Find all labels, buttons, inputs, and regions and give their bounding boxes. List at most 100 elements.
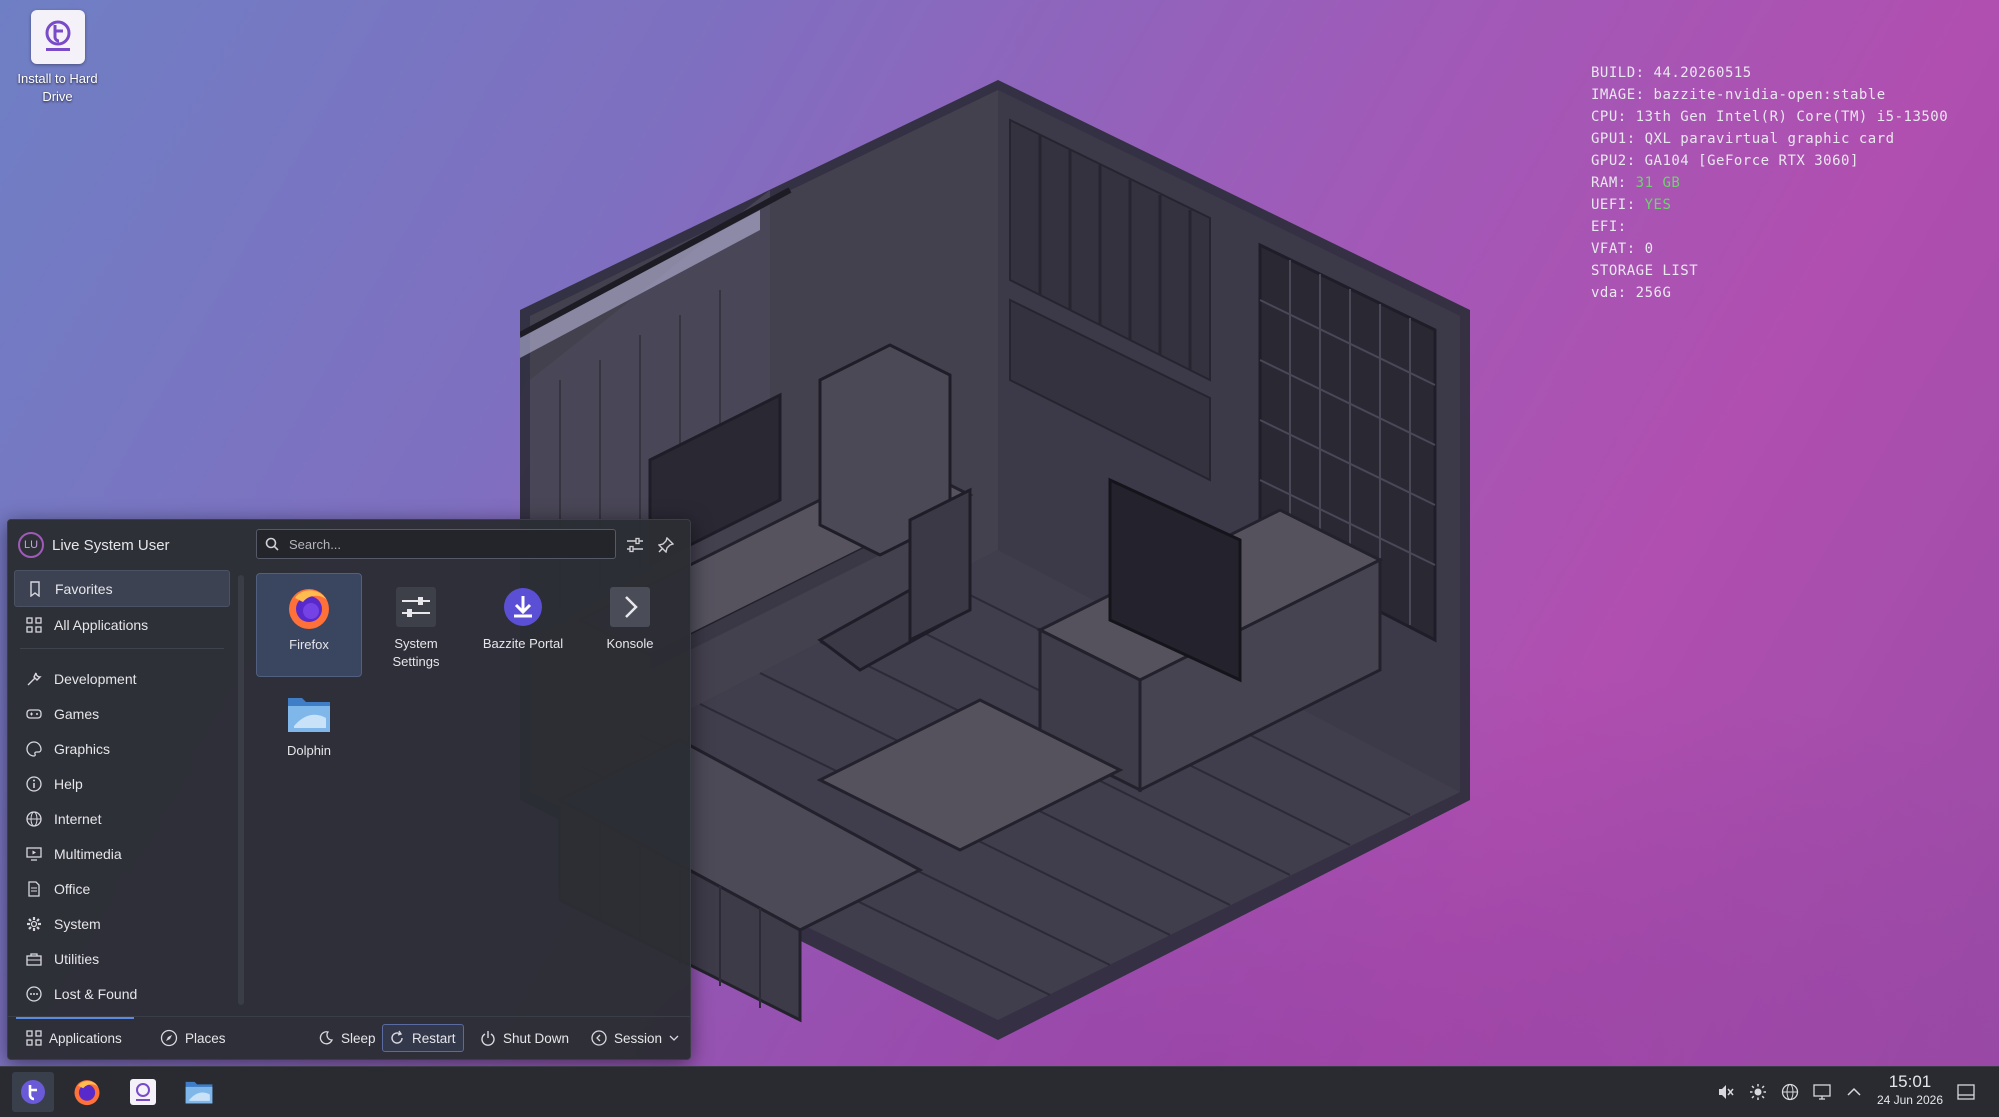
- info-line-uefi: UEFI: YES: [1591, 197, 1672, 213]
- user-header[interactable]: LU Live System User: [18, 532, 170, 558]
- sidebar-item-favorites[interactable]: Favorites: [14, 570, 230, 607]
- search-input[interactable]: [287, 535, 591, 553]
- bookmark-icon: [30, 580, 40, 597]
- sidebar-item-label: Help: [54, 775, 83, 792]
- taskbar-installer[interactable]: [122, 1072, 164, 1112]
- restart-button[interactable]: Restart: [382, 1024, 464, 1052]
- bazzite-logo-icon: [21, 1080, 45, 1104]
- sidebar-item-label: Games: [54, 705, 100, 722]
- sidebar-item-games[interactable]: Games: [14, 696, 230, 731]
- sidebar-item-system[interactable]: System: [14, 906, 230, 941]
- sidebar-item-label: Office: [54, 880, 91, 897]
- show-desktop-button[interactable]: [1946, 1072, 1986, 1112]
- application-launcher-menu: LU Live System User Favorites All A: [7, 519, 691, 1060]
- info-line-build: BUILD: 44.20260515: [1591, 65, 1752, 81]
- button-label: Shut Down: [503, 1030, 570, 1046]
- info-icon: [26, 775, 42, 792]
- session-back-icon: [591, 1030, 607, 1046]
- sliders-icon: [627, 537, 643, 553]
- gear-icon: [27, 916, 41, 931]
- clock-date: 24 Jun 2026: [1876, 1093, 1943, 1107]
- tab-applications[interactable]: Applications: [20, 1024, 128, 1052]
- settings-sliders-icon: [392, 583, 440, 631]
- tab-label: Applications: [49, 1030, 122, 1046]
- active-tab-indicator: [16, 1017, 134, 1019]
- sidebar-item-internet[interactable]: Internet: [14, 801, 230, 836]
- info-line-vfat: VFAT: 0: [1591, 241, 1654, 257]
- show-desktop-icon: [1957, 1084, 1975, 1100]
- sidebar-scrollbar[interactable]: [238, 575, 244, 1005]
- tab-places[interactable]: Places: [154, 1024, 232, 1052]
- app-tile-system-settings[interactable]: System Settings: [363, 573, 469, 677]
- taskbar-firefox[interactable]: [66, 1072, 108, 1112]
- sidebar-item-multimedia[interactable]: Multimedia: [14, 836, 230, 871]
- document-icon: [28, 880, 40, 897]
- tray-network[interactable]: [1774, 1083, 1806, 1101]
- tray-display[interactable]: [1806, 1083, 1838, 1101]
- app-tile-label: Konsole: [606, 636, 654, 651]
- sidebar-item-utilities[interactable]: Utilities: [14, 941, 230, 976]
- power-icon: [481, 1031, 495, 1046]
- search-box[interactable]: [256, 529, 616, 559]
- sidebar-divider: [20, 648, 224, 649]
- app-tile-bazzite-portal[interactable]: Bazzite Portal: [470, 573, 576, 677]
- system-info-overlay: BUILD: 44.20260515 IMAGE: bazzite-nvidia…: [1591, 62, 1948, 304]
- sidebar-item-office[interactable]: Office: [14, 871, 230, 906]
- folder-icon: [185, 1081, 213, 1104]
- app-tile-label: Dolphin: [286, 743, 332, 758]
- button-label: Session: [614, 1030, 663, 1046]
- sidebar-item-development[interactable]: Development: [14, 661, 230, 696]
- app-tile-dolphin[interactable]: Dolphin: [256, 680, 362, 784]
- chevron-up-icon: [1847, 1087, 1861, 1096]
- desktop-icon-install-to-hard-drive[interactable]: Install to Hard Drive: [10, 10, 105, 106]
- app-tile-firefox[interactable]: Firefox: [256, 573, 362, 677]
- installer-icon: [30, 10, 85, 64]
- launcher-button[interactable]: [12, 1072, 54, 1112]
- tray-expand[interactable]: [1838, 1085, 1870, 1099]
- info-line-vda: vda: 256G: [1591, 285, 1672, 301]
- session-button[interactable]: Session: [585, 1024, 685, 1052]
- clock-time: 15:01: [1888, 1072, 1932, 1091]
- shutdown-button[interactable]: Shut Down: [474, 1024, 575, 1052]
- info-line-gpu2: GPU2: GA104 [GeForce RTX 3060]: [1591, 153, 1859, 169]
- taskbar: 15:01 24 Jun 2026: [0, 1066, 1999, 1117]
- display-icon: [1813, 1084, 1831, 1100]
- monitor-play-icon: [26, 846, 42, 861]
- palette-icon: [26, 740, 42, 757]
- chevron-down-icon: [669, 1035, 679, 1041]
- info-line-storage-list: STORAGE LIST: [1591, 263, 1699, 279]
- configure-button[interactable]: [622, 532, 648, 558]
- sidebar-item-graphics[interactable]: Graphics: [14, 731, 230, 766]
- sidebar-item-label: Development: [54, 670, 137, 687]
- wrench-icon: [27, 672, 42, 685]
- app-tile-konsole[interactable]: Konsole: [577, 573, 683, 677]
- sidebar-item-lost-and-found[interactable]: Lost & Found: [14, 976, 230, 1011]
- folder-icon: [285, 690, 333, 738]
- brightness-icon: [1750, 1084, 1766, 1100]
- system-tray: [1710, 1067, 1870, 1117]
- info-line-image: IMAGE: bazzite-nvidia-open:stable: [1591, 87, 1886, 103]
- sidebar-item-all-applications[interactable]: All Applications: [14, 607, 230, 642]
- toolbox-icon: [26, 952, 42, 966]
- sidebar-item-label: Graphics: [54, 740, 111, 757]
- sleep-button[interactable]: Sleep: [312, 1024, 382, 1052]
- tray-brightness[interactable]: [1742, 1083, 1774, 1101]
- sidebar-item-help[interactable]: Help: [14, 766, 230, 801]
- sidebar-item-label: All Applications: [54, 616, 149, 633]
- sidebar-item-label: Utilities: [54, 950, 100, 967]
- taskbar-dolphin[interactable]: [178, 1072, 220, 1112]
- avatar[interactable]: LU: [18, 532, 44, 558]
- menu-footer: Applications Places Sleep Restart Shut D…: [8, 1016, 690, 1059]
- app-tile-label: System Settings: [392, 636, 440, 669]
- info-line-ram: RAM: 31 GB: [1591, 175, 1681, 191]
- restart-icon: [391, 1030, 403, 1044]
- sidebar-item-label: Multimedia: [54, 845, 122, 862]
- search-icon: [265, 537, 279, 551]
- pin-button[interactable]: [653, 532, 679, 558]
- category-sidebar: Favorites All Applications Development G…: [8, 570, 236, 1011]
- tray-volume[interactable]: [1710, 1083, 1742, 1101]
- sidebar-item-label: Favorites: [55, 580, 113, 597]
- sidebar-item-label: System: [54, 915, 101, 932]
- user-name: Live System User: [52, 536, 170, 554]
- clock[interactable]: 15:01 24 Jun 2026: [1877, 1072, 1943, 1108]
